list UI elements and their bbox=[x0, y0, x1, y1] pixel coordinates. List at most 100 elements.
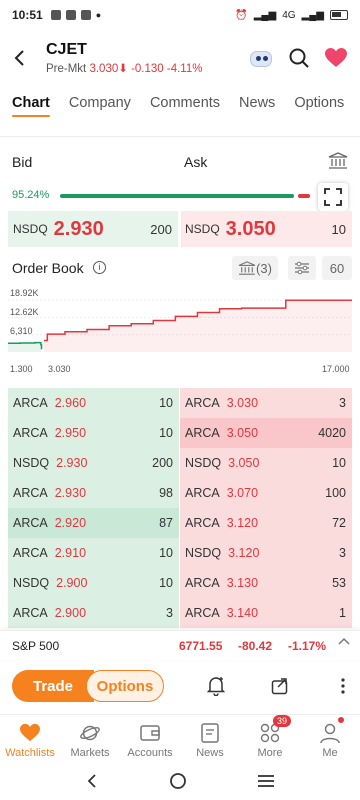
bank-icon[interactable] bbox=[328, 152, 348, 170]
tab-company[interactable]: Company bbox=[69, 95, 131, 111]
options-button[interactable]: Options bbox=[86, 670, 164, 702]
ask-price: 3.050 bbox=[225, 217, 276, 240]
nav-markets[interactable]: Markets bbox=[60, 715, 120, 762]
ask-size: 10 bbox=[332, 456, 346, 470]
index-ticker-bar[interactable]: S&P 500 6771.55 -80.42 -1.17% bbox=[0, 630, 360, 660]
notification-icons: ● bbox=[50, 10, 101, 20]
bid-price: 2.910 bbox=[54, 546, 87, 560]
bid-exchange: ARCA bbox=[13, 396, 48, 410]
index-value: 6771.55 bbox=[179, 638, 223, 653]
depth-level-button[interactable]: 60 bbox=[322, 256, 352, 280]
settings-button[interactable] bbox=[288, 256, 316, 280]
tab-chart[interactable]: Chart bbox=[12, 95, 50, 117]
search-icon[interactable] bbox=[288, 47, 310, 69]
bid-exchange: ARCA bbox=[13, 486, 48, 500]
ask-level[interactable]: ARCA 3.050 4020 bbox=[180, 418, 352, 448]
nav-news[interactable]: News bbox=[180, 715, 240, 762]
ask-exchange: ARCA bbox=[185, 516, 220, 530]
nav-watchlists[interactable]: Watchlists bbox=[0, 715, 60, 762]
bid-exchange: ARCA bbox=[13, 516, 48, 530]
ask-price: 3.120 bbox=[226, 516, 259, 530]
share-button[interactable] bbox=[270, 676, 290, 696]
bid-level[interactable]: NSDQ 2.930 200 bbox=[8, 448, 180, 478]
system-navigation-bar bbox=[0, 762, 360, 800]
nav-me[interactable]: Me bbox=[300, 715, 360, 762]
system-home-icon[interactable] bbox=[169, 772, 187, 790]
ask-size: 4020 bbox=[318, 426, 346, 440]
exchange-filter-button[interactable]: (3) bbox=[232, 256, 278, 280]
tab-news[interactable]: News bbox=[239, 95, 275, 111]
fullscreen-button[interactable] bbox=[318, 183, 348, 211]
bid-level[interactable]: ARCA 2.900 3 bbox=[8, 598, 180, 628]
y-tick-label: 6,310 bbox=[10, 326, 33, 336]
nav-label: Me bbox=[322, 747, 338, 759]
bid-level[interactable]: ARCA 2.920 87 bbox=[8, 508, 180, 538]
bid-size: 10 bbox=[159, 546, 173, 560]
fullscreen-icon bbox=[324, 188, 342, 206]
ask-size: 72 bbox=[332, 516, 346, 530]
bid-price: 2.920 bbox=[54, 516, 87, 530]
trade-button[interactable]: Trade bbox=[12, 670, 94, 702]
ask-price: 3.050 bbox=[228, 456, 260, 470]
ask-size: 3 bbox=[339, 546, 346, 560]
ask-exchange: NSDQ bbox=[185, 456, 222, 470]
bid-exchange: ARCA bbox=[13, 546, 48, 560]
bid-exchange: NSDQ bbox=[13, 222, 48, 236]
ask-size: 100 bbox=[325, 486, 346, 500]
bid-level[interactable]: NSDQ 2.900 10 bbox=[8, 568, 180, 598]
ask-size: 1 bbox=[339, 606, 346, 620]
bid-level[interactable]: ARCA 2.910 10 bbox=[8, 538, 180, 568]
order-book-row: ARCA 2.910 10 NSDQ 3.120 3 bbox=[8, 538, 352, 568]
bid-size: 200 bbox=[152, 456, 173, 470]
system-recents-icon[interactable] bbox=[257, 774, 275, 788]
bid-price: 2.900 bbox=[56, 576, 88, 590]
heart-icon bbox=[20, 723, 40, 742]
ai-assistant-icon[interactable] bbox=[248, 46, 274, 70]
ask-exchange: ARCA bbox=[185, 486, 220, 500]
bid-level[interactable]: ARCA 2.930 98 bbox=[8, 478, 180, 508]
planet-icon bbox=[80, 725, 100, 741]
price-alert-button[interactable] bbox=[206, 676, 226, 696]
best-bid-quote: NSDQ 2.930 200 bbox=[8, 211, 178, 247]
x-tick-label: 3.030 bbox=[48, 364, 71, 374]
bid-price: 2.930 bbox=[54, 486, 87, 500]
bid-size: 10 bbox=[159, 396, 173, 410]
watchlist-heart-icon[interactable] bbox=[324, 47, 348, 69]
stock-header: CJET Pre-Mkt 3.030⬇ -0.130 -4.11% bbox=[0, 36, 360, 80]
more-options-button[interactable] bbox=[333, 676, 353, 696]
more-vertical-icon bbox=[341, 678, 345, 694]
back-button[interactable] bbox=[2, 38, 38, 78]
ask-exchange: ARCA bbox=[185, 576, 220, 590]
down-arrow-icon: ⬇ bbox=[118, 63, 128, 75]
youtube-icon bbox=[80, 10, 91, 20]
ask-label: Ask bbox=[184, 154, 208, 170]
ask-level[interactable]: ARCA 3.120 72 bbox=[180, 508, 352, 538]
info-icon[interactable]: i bbox=[93, 261, 106, 274]
bid-level[interactable]: ARCA 2.950 10 bbox=[8, 418, 180, 448]
order-book-row: ARCA 2.920 87 ARCA 3.120 72 bbox=[8, 508, 352, 538]
ask-level[interactable]: NSDQ 3.050 10 bbox=[180, 448, 352, 478]
ask-exchange: ARCA bbox=[185, 426, 220, 440]
ask-level[interactable]: ARCA 3.030 3 bbox=[180, 388, 352, 418]
bid-exchange: NSDQ bbox=[13, 576, 50, 590]
y-tick-label: 18.92K bbox=[10, 288, 39, 298]
premarket-change-pct: -4.11% bbox=[166, 63, 203, 75]
system-back-icon[interactable] bbox=[85, 773, 99, 789]
wallet-icon bbox=[140, 725, 160, 741]
ask-level[interactable]: ARCA 3.070 100 bbox=[180, 478, 352, 508]
tab-options[interactable]: Options bbox=[294, 95, 344, 111]
chevron-up-icon[interactable] bbox=[338, 637, 350, 645]
tab-comments[interactable]: Comments bbox=[150, 95, 220, 111]
ask-price: 3.070 bbox=[226, 486, 259, 500]
bid-price: 2.900 bbox=[54, 606, 87, 620]
order-book-row: NSDQ 2.900 10 ARCA 3.130 53 bbox=[8, 568, 352, 598]
ask-level[interactable]: ARCA 3.140 1 bbox=[180, 598, 352, 628]
app-notification-icon bbox=[50, 10, 61, 20]
nav-accounts[interactable]: Accounts bbox=[120, 715, 180, 762]
ask-level[interactable]: ARCA 3.130 53 bbox=[180, 568, 352, 598]
ask-level[interactable]: NSDQ 3.120 3 bbox=[180, 538, 352, 568]
bid-size: 10 bbox=[159, 426, 173, 440]
nav-more[interactable]: 39 More bbox=[240, 715, 300, 762]
bid-level[interactable]: ARCA 2.960 10 bbox=[8, 388, 180, 418]
exchange-count: (3) bbox=[256, 260, 272, 276]
